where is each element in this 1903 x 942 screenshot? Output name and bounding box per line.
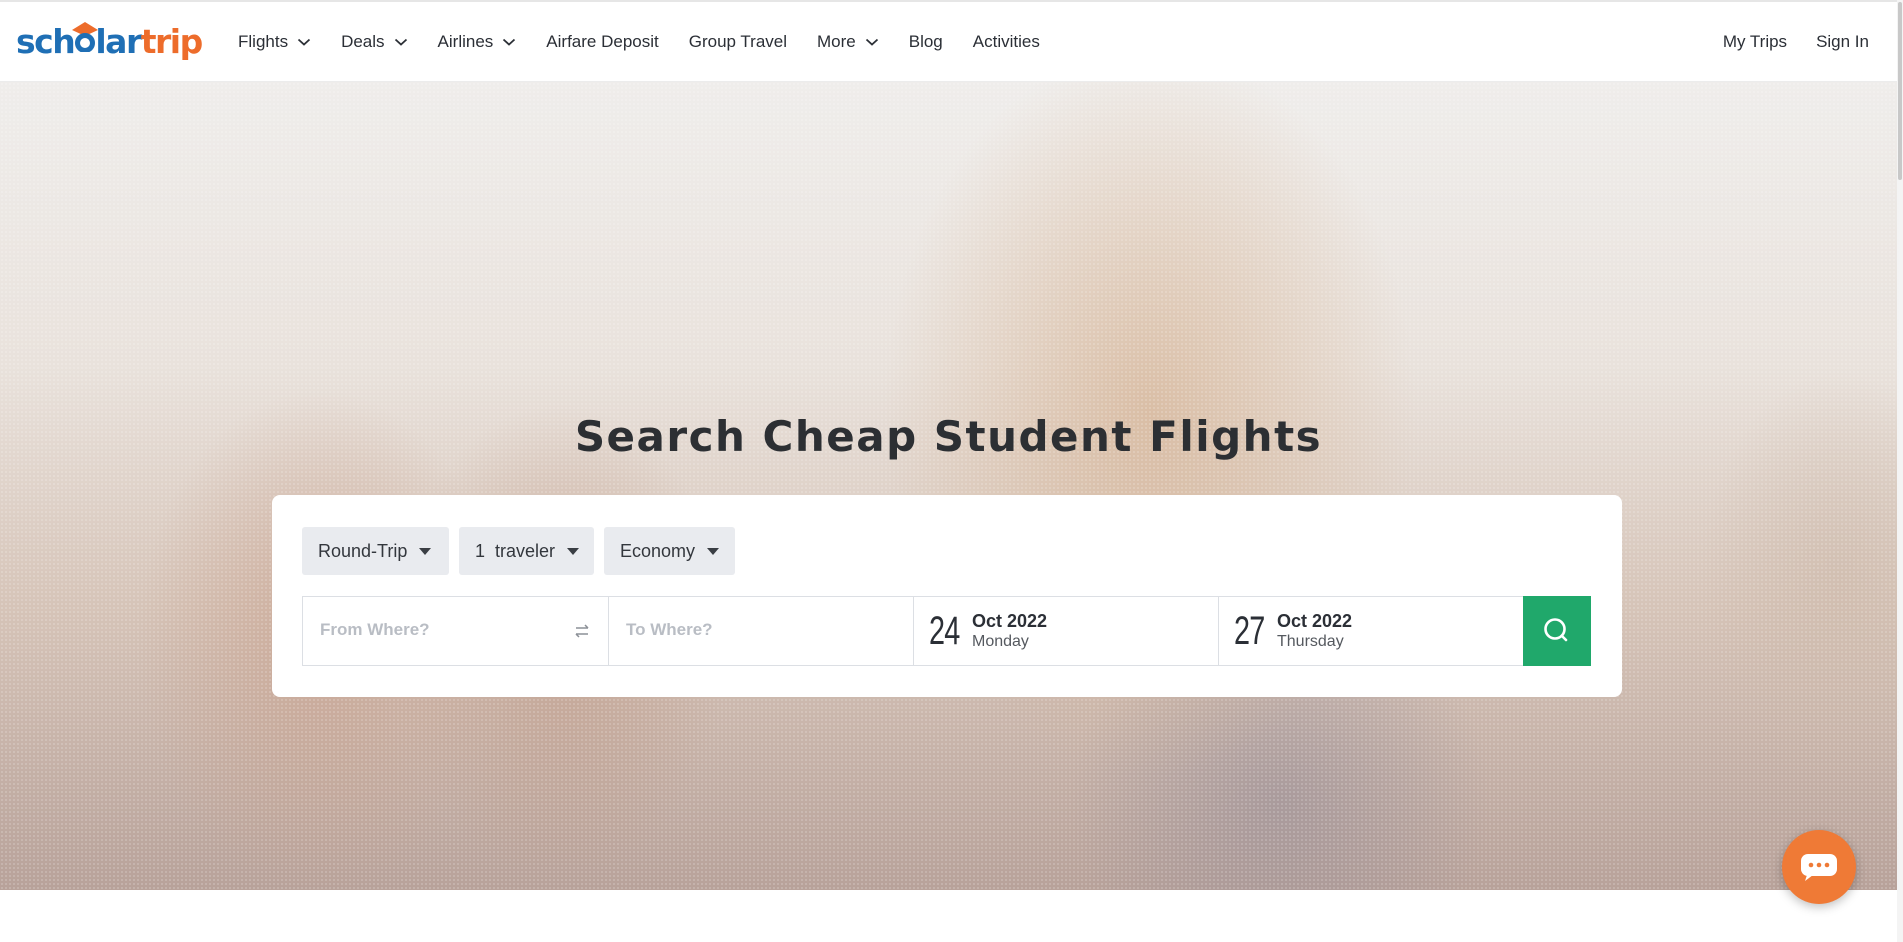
search-icon: [1544, 618, 1568, 642]
scrollbar-thumb[interactable]: [1898, 2, 1902, 180]
search-button[interactable]: [1523, 596, 1591, 666]
flight-search-card: Round-Trip 1 traveler Economy From Where…: [272, 495, 1622, 697]
trip-type-select[interactable]: Round-Trip: [302, 527, 449, 575]
chat-button[interactable]: [1782, 830, 1856, 904]
chevron-down-icon: [503, 38, 516, 46]
nav-more[interactable]: More: [817, 32, 879, 52]
return-day: 27: [1234, 609, 1265, 653]
nav-blog-label: Blog: [908, 32, 943, 51]
chat-icon: [1801, 854, 1837, 881]
search-fields: From Where? To Where? 24 Oct 2022 Monday…: [302, 596, 1591, 666]
logo-text-part2: trip: [140, 22, 203, 61]
nav-flights-label: Flights: [238, 32, 289, 51]
nav-activities-label: Activities: [972, 32, 1040, 51]
chevron-down-icon: [394, 38, 407, 46]
from-placeholder: From Where?: [320, 620, 430, 639]
return-weekday: Thursday: [1277, 633, 1344, 650]
chevron-down-icon: [297, 38, 311, 46]
logo-text-part1b: lar: [95, 22, 142, 61]
hero-banner: Search Cheap Student Flights Round-Trip …: [0, 82, 1897, 890]
caret-down-icon: [707, 547, 720, 555]
to-field[interactable]: To Where?: [609, 597, 914, 665]
logo-hat-letter: o: [72, 20, 99, 64]
to-placeholder: To Where?: [626, 620, 713, 639]
hero-title: Search Cheap Student Flights: [574, 412, 1323, 461]
nav-deals[interactable]: Deals: [341, 32, 407, 52]
nav-flights[interactable]: Flights: [238, 32, 311, 52]
cabin-class-select[interactable]: Economy: [604, 527, 735, 575]
nav-more-label: More: [817, 32, 856, 51]
return-date-field[interactable]: 27 Oct 2022 Thursday: [1219, 597, 1524, 665]
nav-airlines-label: Airlines: [437, 32, 494, 51]
chevron-down-icon: [865, 38, 878, 46]
my-trips-label: My Trips: [1722, 32, 1788, 51]
trip-type-value: Round-Trip: [318, 540, 408, 561]
account-nav: My Trips Sign In: [1694, 2, 1869, 82]
depart-weekday: Monday: [972, 633, 1029, 650]
logo-text-part1: sch: [16, 22, 76, 61]
depart-date-field[interactable]: 24 Oct 2022 Monday: [914, 597, 1219, 665]
travelers-select[interactable]: 1 traveler: [459, 527, 594, 575]
nav-airfare-deposit-label: Airfare Deposit: [546, 32, 659, 51]
return-month-year: Oct 2022: [1277, 611, 1353, 631]
cabin-class-value: Economy: [620, 540, 696, 561]
caret-down-icon: [419, 547, 432, 555]
sign-in-link[interactable]: Sign In: [1816, 32, 1869, 52]
caret-down-icon: [567, 547, 580, 555]
nav-group-travel[interactable]: Group Travel: [689, 32, 787, 52]
main-nav: Flights Deals Airlines Airfare Deposit G…: [238, 2, 1070, 82]
from-field[interactable]: From Where?: [303, 597, 609, 665]
nav-blog[interactable]: Blog: [909, 32, 943, 52]
my-trips-link[interactable]: My Trips: [1723, 32, 1787, 52]
nav-deals-label: Deals: [341, 32, 385, 51]
nav-airfare-deposit[interactable]: Airfare Deposit: [546, 32, 658, 52]
depart-month-year: Oct 2022: [972, 611, 1048, 631]
depart-day: 24: [929, 609, 960, 653]
nav-airlines[interactable]: Airlines: [438, 32, 517, 52]
site-header: scholartrip Flights Deals Airlines Airfa…: [0, 2, 1903, 82]
nav-activities[interactable]: Activities: [973, 32, 1040, 52]
sign-in-label: Sign In: [1816, 32, 1869, 51]
scholartrip-logo[interactable]: scholartrip: [16, 20, 203, 64]
swap-icon[interactable]: [574, 624, 590, 638]
travelers-value: 1 traveler: [475, 540, 556, 561]
nav-group-travel-label: Group Travel: [688, 32, 787, 51]
graduation-cap-icon: [72, 22, 99, 52]
